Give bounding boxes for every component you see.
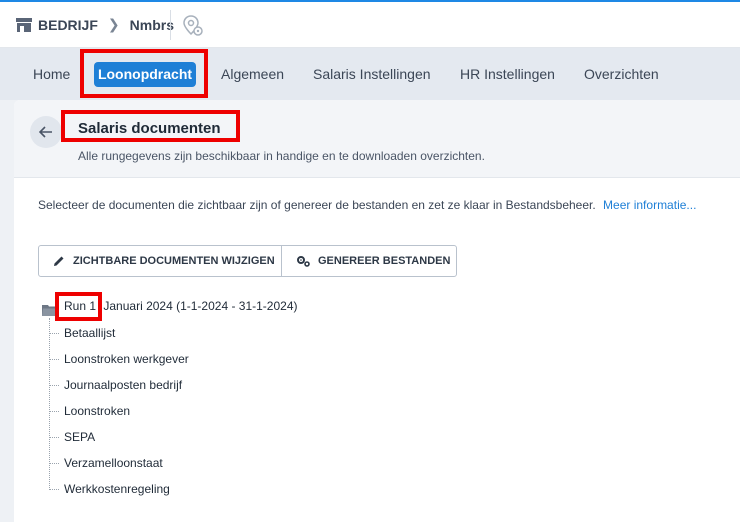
tab-general[interactable]: Algemeen [221,66,284,82]
tree-item-werkkostenregeling[interactable]: Werkkostenregeling [49,482,170,496]
generate-files-button[interactable]: GENEREER BESTANDEN [282,246,456,276]
tree-item-sepa[interactable]: SEPA [49,430,95,444]
gears-icon [297,256,310,267]
tree-item-journaalposten-bedrijf[interactable]: Journaalposten bedrijf [49,378,182,392]
action-button-group: ZICHTBARE DOCUMENTEN WIJZIGEN GENEREER B… [38,245,457,277]
tree-item-loonstroken-werkgever[interactable]: Loonstroken werkgever [49,352,189,366]
tab-hr-settings[interactable]: HR Instellingen [460,66,555,82]
run-period: Januari 2024 (1-1-2024 - 31-1-2024) [103,299,298,313]
tree-item-betaallijst[interactable]: Betaallijst [49,326,115,340]
arrow-left-icon [39,126,52,138]
tree-item-loonstroken[interactable]: Loonstroken [49,404,130,418]
breadcrumb-employer[interactable]: Nmbrs [130,17,174,33]
page-title: Salaris documenten [78,120,221,137]
tab-home[interactable]: Home [33,66,70,82]
edit-visible-documents-label: ZICHTBARE DOCUMENTEN WIJZIGEN [73,255,275,267]
main-nav: Home Loonopdracht Algemeen Salaris Inste… [0,48,740,100]
edit-visible-documents-button[interactable]: ZICHTBARE DOCUMENTEN WIJZIGEN [39,246,282,276]
location-settings-icon[interactable] [183,15,203,37]
page-header: Salaris documenten Alle rungegevens zijn… [14,100,740,178]
info-description: Selecteer de documenten die zichtbaar zi… [38,198,596,212]
pencil-icon [54,256,64,266]
breadcrumb-company[interactable]: BEDRIJF [38,17,98,33]
divider [170,10,171,40]
page-subtitle: Alle rungegevens zijn beschikbaar in han… [78,149,485,163]
store-icon [16,17,32,32]
back-button[interactable] [30,116,62,148]
tree-item-verzamelloonstaat[interactable]: Verzamelloonstaat [49,456,163,470]
chevron-right-icon: ❯ [107,16,120,32]
run-label: Run 1 [64,299,97,313]
tab-salary-settings[interactable]: Salaris Instellingen [313,66,431,82]
folder-icon[interactable] [42,304,58,316]
top-bar: BEDRIJF ❯ Nmbrs [0,0,740,48]
content-panel: Salaris documenten Alle rungegevens zijn… [14,100,740,522]
more-info-link[interactable]: Meer informatie... [603,198,696,212]
breadcrumb: BEDRIJF ❯ Nmbrs [16,16,174,33]
tree-run-node[interactable]: Run 1 Januari 2024 (1-1-2024 - 31-1-2024… [64,299,298,313]
tab-overviews[interactable]: Overzichten [584,66,659,82]
generate-files-label: GENEREER BESTANDEN [318,255,451,267]
tab-loonopdracht[interactable]: Loonopdracht [94,62,196,87]
info-text: Selecteer de documenten die zichtbaar zi… [38,198,696,212]
